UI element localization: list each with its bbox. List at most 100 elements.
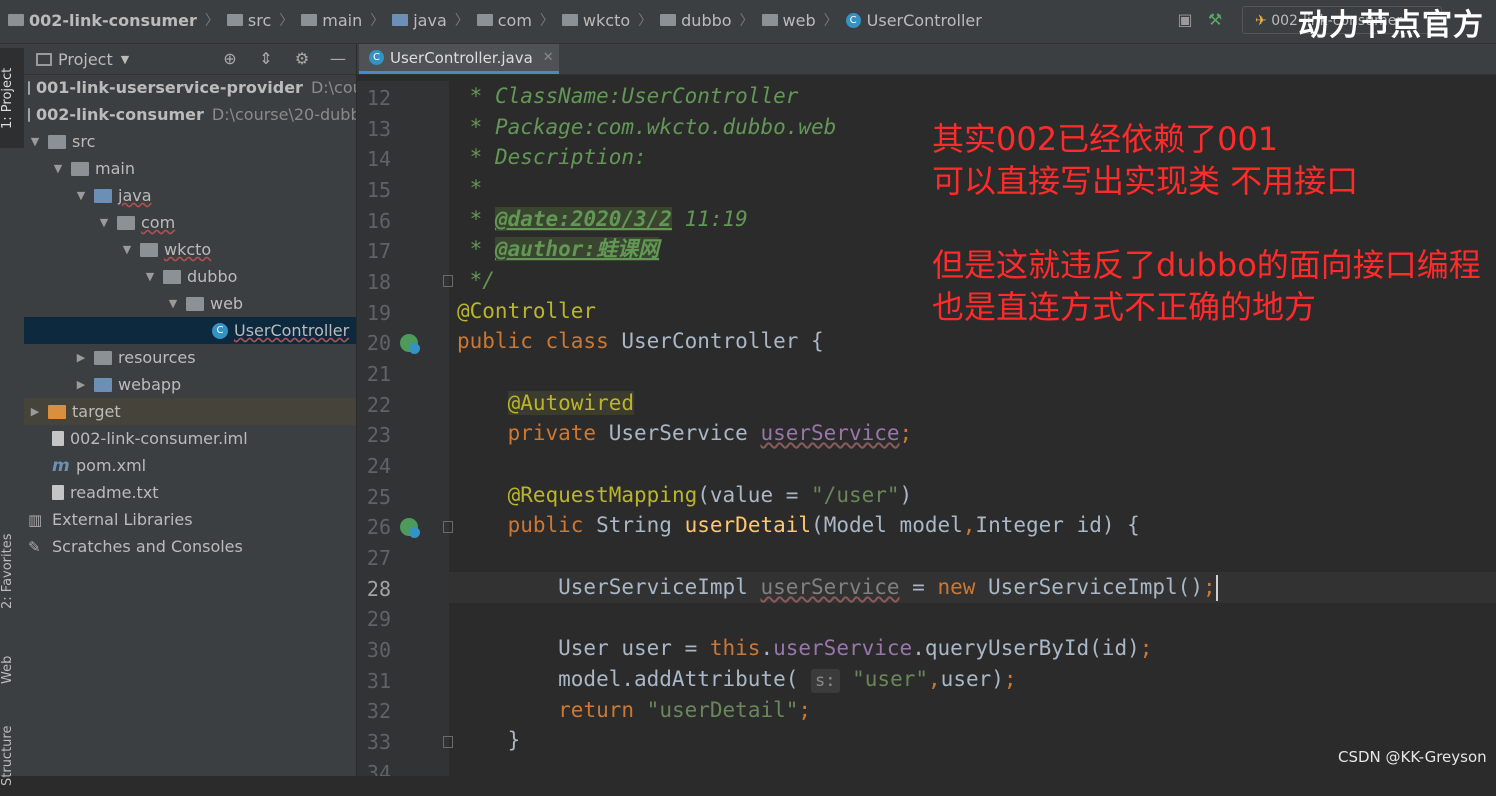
expanded-arrow-icon[interactable]: ▼ <box>143 270 157 283</box>
fold-marker-icon[interactable] <box>443 736 453 748</box>
line-number: 14 <box>366 147 391 171</box>
breadcrumb-item-wkcto[interactable]: wkcto <box>561 11 630 30</box>
tree-item-consumer-module[interactable]: 002-link-consumer D:\course\20-dubbo <box>24 101 356 128</box>
package-icon <box>163 269 181 284</box>
chevron-down-icon[interactable]: ▼ <box>121 53 129 66</box>
breadcrumb-item-src[interactable]: src <box>226 11 271 30</box>
terminal-icon[interactable]: ▣ <box>1174 9 1196 31</box>
code-line-22[interactable]: @Autowired <box>457 388 635 419</box>
structure-tool-tab[interactable]: Structure <box>0 716 24 796</box>
code-line-15[interactable]: * <box>457 173 483 204</box>
text-file-icon <box>52 485 64 500</box>
parameter-hint: s: <box>811 669 840 693</box>
code-line-16[interactable]: * @date:2020/3/2 11:19 <box>457 204 748 235</box>
tree-item-readme[interactable]: readme.txt <box>24 479 356 506</box>
spring-mapping-gutter-icon[interactable] <box>400 518 420 538</box>
code-line-14[interactable]: * Description: <box>457 142 647 173</box>
tree-item-scratches[interactable]: ✎ Scratches and Consoles <box>24 533 356 560</box>
close-icon[interactable]: ✕ <box>543 50 554 65</box>
line-number: 13 <box>366 117 391 141</box>
project-tool-tab[interactable]: 1: Project <box>0 48 24 148</box>
tree-item-main[interactable]: ▼ main <box>24 155 356 182</box>
line-number: 29 <box>366 607 391 631</box>
scratches-icon: ✎ <box>28 537 41 556</box>
code-line-28[interactable]: UserServiceImpl userService = new UserSe… <box>457 572 1218 603</box>
expanded-arrow-icon[interactable]: ▼ <box>97 216 111 229</box>
code-editor: C UserController.java ✕ 12 13 14 15 16 1… <box>357 44 1496 776</box>
code-line-13[interactable]: * Package:com.wkcto.dubbo.web <box>457 112 837 143</box>
build-hammer-icon[interactable]: ⚒ <box>1204 9 1226 31</box>
code-line-18[interactable]: */ <box>457 265 495 296</box>
line-number: 33 <box>366 730 391 754</box>
chevron-right-icon: 〉 <box>279 13 294 29</box>
code-line-26[interactable]: public String userDetail(Model model,Int… <box>457 510 1140 541</box>
favorites-tool-tab[interactable]: 2: Favorites <box>0 516 24 626</box>
code-line-30[interactable]: User user = this.userService.queryUserBy… <box>457 633 1152 664</box>
breadcrumb-item-usercontroller[interactable]: C UserController <box>845 11 982 30</box>
collapsed-arrow-icon[interactable]: ▶ <box>28 405 42 418</box>
breadcrumb-item-web[interactable]: web <box>761 11 816 30</box>
breadcrumb-item-dubbo[interactable]: dubbo <box>660 11 732 30</box>
fold-marker-icon[interactable] <box>443 521 453 533</box>
web-folder-icon <box>94 377 112 392</box>
web-tool-tab[interactable]: Web <box>0 640 24 700</box>
expanded-arrow-icon[interactable]: ▼ <box>120 243 134 256</box>
chevron-right-icon: 〉 <box>638 13 653 29</box>
tree-item-src[interactable]: ▼ src <box>24 128 356 155</box>
tree-item-target[interactable]: ▶ target <box>24 398 356 425</box>
expanded-arrow-icon[interactable]: ▼ <box>166 297 180 310</box>
folder-icon <box>301 14 318 26</box>
left-tool-strip: 1: Project 2: Favorites Web Structure <box>0 44 25 786</box>
editor-tabs: C UserController.java ✕ <box>357 44 1496 75</box>
breadcrumb-item-module[interactable]: 002-link-consumer <box>8 11 197 30</box>
folder-icon <box>71 161 89 176</box>
tree-item-pom[interactable]: m pom.xml <box>24 452 356 479</box>
collapsed-arrow-icon[interactable]: ▶ <box>74 378 88 391</box>
collapse-all-icon[interactable]: ⇕ <box>255 48 277 70</box>
tree-item-external-libraries[interactable]: ▥ External Libraries <box>24 506 356 533</box>
watermark: 动力节点官方 <box>1298 8 1484 43</box>
breadcrumb-item-main[interactable]: main <box>301 11 362 30</box>
line-number: 24 <box>366 454 391 478</box>
breadcrumb-item-com[interactable]: com <box>476 11 532 30</box>
code-line-25[interactable]: @RequestMapping(value = "/user") <box>457 480 913 511</box>
spring-bean-gutter-icon[interactable] <box>400 334 420 354</box>
tree-item-dubbo[interactable]: ▼ dubbo <box>24 263 356 290</box>
code-line-20[interactable]: public class UserController { <box>457 326 824 357</box>
code-line-19[interactable]: @Controller <box>457 296 596 327</box>
tree-item-java[interactable]: ▼ java <box>24 182 356 209</box>
breadcrumb-item-java[interactable]: java <box>392 11 447 30</box>
code-line-33[interactable]: } <box>457 725 521 756</box>
code-line-23[interactable]: private UserService userService; <box>457 418 913 449</box>
package-icon <box>186 296 204 311</box>
project-view-selector[interactable]: Project <box>58 50 113 69</box>
tree-item-usercontroller[interactable]: C UserController <box>24 317 356 344</box>
gear-icon[interactable]: ⚙ <box>291 48 313 70</box>
code-line-32[interactable]: return "userDetail"; <box>457 695 811 726</box>
tree-item-webapp[interactable]: ▶ webapp <box>24 371 356 398</box>
fold-marker-icon[interactable] <box>443 275 453 287</box>
line-number: 20 <box>366 331 391 355</box>
excluded-folder-icon <box>48 404 66 419</box>
code-line-12[interactable]: * ClassName:UserController <box>457 81 799 112</box>
code-line-17[interactable]: * @author:蛙课网 <box>457 234 660 265</box>
line-number: 26 <box>366 515 391 539</box>
tree-item-web[interactable]: ▼ web <box>24 290 356 317</box>
tree-item-com[interactable]: ▼ com <box>24 209 356 236</box>
tab-usercontroller[interactable]: C UserController.java ✕ <box>359 44 559 74</box>
expanded-arrow-icon[interactable]: ▼ <box>28 135 42 148</box>
package-icon <box>561 14 578 26</box>
expanded-arrow-icon[interactable]: ▼ <box>74 189 88 202</box>
hide-icon[interactable]: — <box>327 48 349 70</box>
code-line-31[interactable]: model.addAttribute( s: "user",user); <box>457 664 1017 695</box>
tree-item-resources[interactable]: ▶ resources <box>24 344 356 371</box>
expanded-arrow-icon[interactable]: ▼ <box>51 162 65 175</box>
locate-icon[interactable]: ⊕ <box>219 48 241 70</box>
package-icon <box>140 242 158 257</box>
tree-item-iml[interactable]: 002-link-consumer.iml <box>24 425 356 452</box>
line-number: 19 <box>366 301 391 325</box>
collapsed-arrow-icon[interactable]: ▶ <box>74 351 88 364</box>
project-panel-header: Project ▼ ⊕ ⇕ ⚙ — <box>24 44 356 75</box>
tree-item-wkcto[interactable]: ▼ wkcto <box>24 236 356 263</box>
tree-item-provider-module[interactable]: 001-link-userservice-providerD:\course <box>24 74 356 101</box>
